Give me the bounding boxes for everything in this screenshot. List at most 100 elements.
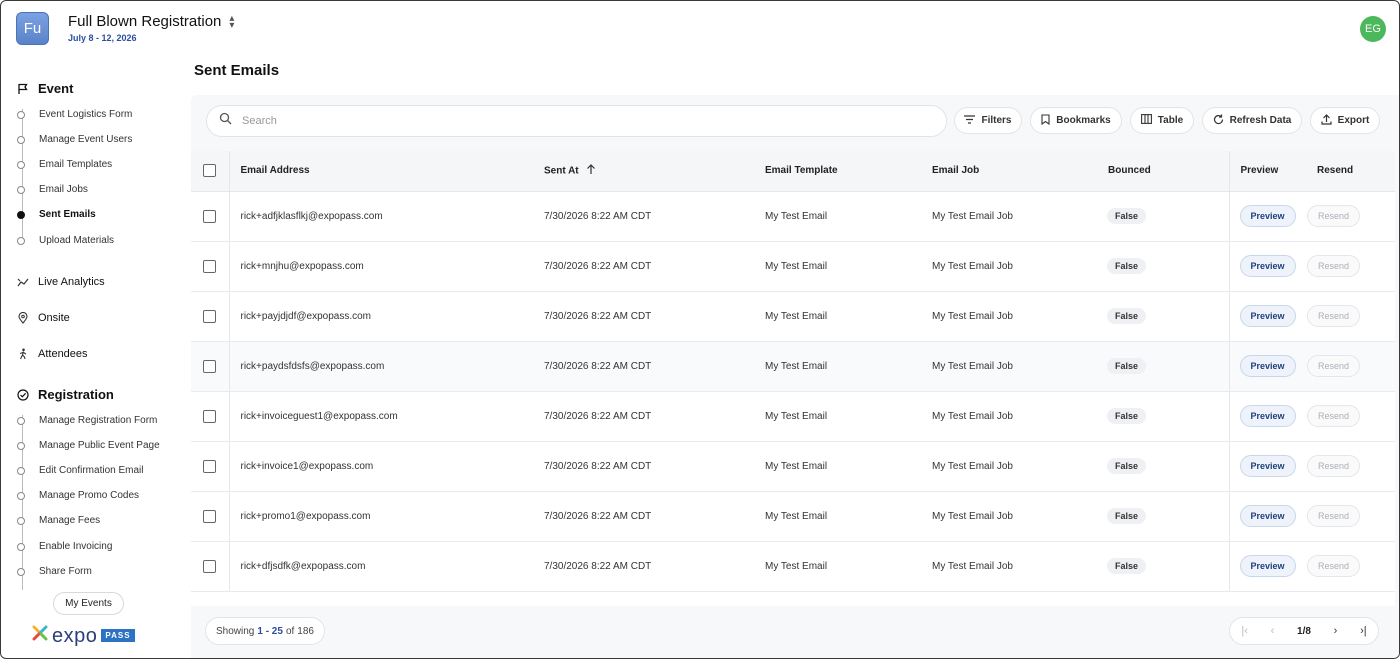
table-row[interactable]: rick+dfjsdfk@expopass.com 7/30/2026 8:22 … bbox=[191, 541, 1395, 592]
sidebar-item-manage-registration-form[interactable]: Manage Registration Form bbox=[17, 415, 157, 426]
resend-button[interactable]: Resend bbox=[1307, 355, 1361, 377]
resend-cell: Resend bbox=[1307, 291, 1395, 342]
preview-button[interactable]: Preview bbox=[1239, 205, 1296, 227]
resend-button[interactable]: Resend bbox=[1307, 505, 1361, 527]
email-job-cell: My Test Email Job bbox=[932, 491, 1107, 542]
row-select-cell bbox=[191, 441, 230, 492]
row-checkbox[interactable] bbox=[203, 309, 217, 323]
table-row[interactable]: rick+invoiceguest1@expopass.com 7/30/2026… bbox=[191, 391, 1395, 442]
row-checkbox[interactable] bbox=[203, 259, 217, 273]
event-switcher[interactable]: Full Blown Registration ▴ ▾ bbox=[68, 13, 234, 30]
preview-button[interactable]: Preview bbox=[1239, 555, 1296, 577]
sidebar-item-label: Onsite bbox=[38, 312, 70, 324]
row-checkbox[interactable] bbox=[203, 559, 217, 573]
sent-at-cell: 7/30/2026 8:22 AM CDT bbox=[544, 391, 765, 442]
filter-icon bbox=[964, 114, 976, 127]
preview-button[interactable]: Preview bbox=[1239, 355, 1296, 377]
preview-button[interactable]: Preview bbox=[1239, 305, 1296, 327]
previous-page-icon[interactable]: ‹ bbox=[1271, 625, 1275, 637]
table-row[interactable]: rick+invoice1@expopass.com 7/30/2026 8:22… bbox=[191, 441, 1395, 492]
sidebar-item-manage-event-users[interactable]: Manage Event Users bbox=[17, 134, 132, 145]
sidebar-item-email-templates[interactable]: Email Templates bbox=[17, 159, 112, 170]
preview-button[interactable]: Preview bbox=[1239, 505, 1296, 527]
column-header-sent-at[interactable]: Sent At bbox=[544, 151, 765, 192]
preview-button[interactable]: Preview bbox=[1239, 405, 1296, 427]
search-input[interactable] bbox=[242, 115, 922, 127]
sidebar-item-live-analytics[interactable]: Live Analytics bbox=[17, 276, 105, 288]
resend-button[interactable]: Resend bbox=[1307, 305, 1361, 327]
table-row[interactable]: rick+paydsfdsfs@expopass.com 7/30/2026 8:… bbox=[191, 341, 1395, 392]
step-dot bbox=[17, 567, 25, 576]
row-checkbox[interactable] bbox=[203, 509, 217, 523]
sidebar-section-event[interactable]: Event bbox=[17, 81, 73, 96]
resend-button[interactable]: Resend bbox=[1307, 405, 1361, 427]
user-avatar[interactable]: EG bbox=[1360, 16, 1386, 42]
filters-button[interactable]: Filters bbox=[954, 107, 1022, 134]
sent-at-cell: 7/30/2026 8:22 AM CDT bbox=[544, 191, 765, 242]
event-name: Full Blown Registration bbox=[68, 13, 222, 30]
sidebar-item-manage-fees[interactable]: Manage Fees bbox=[17, 515, 100, 526]
email-address-cell: rick+payjdjdf@expopass.com bbox=[229, 291, 544, 342]
preview-button[interactable]: Preview bbox=[1239, 255, 1296, 277]
sidebar-item-label: Share Form bbox=[39, 566, 92, 577]
nav-connector bbox=[22, 109, 23, 244]
step-dot bbox=[17, 466, 25, 475]
my-events-button[interactable]: My Events bbox=[53, 592, 124, 615]
sidebar-section-registration[interactable]: Registration bbox=[17, 387, 114, 402]
column-header-email[interactable]: Email Address bbox=[229, 151, 544, 192]
preview-button[interactable]: Preview bbox=[1239, 455, 1296, 477]
sidebar-item-upload-materials[interactable]: Upload Materials bbox=[17, 235, 114, 246]
resend-button[interactable]: Resend bbox=[1307, 205, 1361, 227]
bounced-cell: False bbox=[1107, 291, 1229, 342]
sidebar-item-manage-promo-codes[interactable]: Manage Promo Codes bbox=[17, 490, 139, 501]
sent-at-label: Sent At bbox=[544, 165, 579, 177]
sidebar-item-sent-emails[interactable]: Sent Emails bbox=[17, 209, 96, 220]
sidebar-item-onsite[interactable]: Onsite bbox=[17, 312, 70, 324]
location-pin-icon bbox=[17, 312, 29, 324]
sidebar-item-label: Manage Fees bbox=[39, 515, 101, 526]
resend-button[interactable]: Resend bbox=[1307, 255, 1361, 277]
table-row[interactable]: rick+promo1@expopass.com 7/30/2026 8:22 A… bbox=[191, 491, 1395, 542]
table-row[interactable]: rick+mnjhu@expopass.com 7/30/2026 8:22 AM… bbox=[191, 241, 1395, 292]
results-count: Showing 1 - 25 of 186 bbox=[205, 617, 325, 645]
row-checkbox[interactable] bbox=[203, 459, 217, 473]
column-header-template[interactable]: Email Template bbox=[765, 151, 932, 192]
email-template-cell: My Test Email bbox=[765, 441, 932, 492]
sidebar-item-label: Attendees bbox=[38, 348, 88, 360]
bounced-cell: False bbox=[1107, 541, 1229, 592]
resend-button[interactable]: Resend bbox=[1307, 455, 1361, 477]
table-view-button[interactable]: Table bbox=[1130, 107, 1194, 134]
table-row[interactable]: rick+adfjklasflkj@expopass.com 7/30/2026 … bbox=[191, 191, 1395, 242]
resend-button[interactable]: Resend bbox=[1307, 555, 1361, 577]
export-button[interactable]: Export bbox=[1310, 107, 1380, 134]
refresh-data-label: Refresh Data bbox=[1229, 115, 1292, 126]
row-checkbox[interactable] bbox=[203, 409, 217, 423]
sidebar-item-manage-public-event-page[interactable]: Manage Public Event Page bbox=[17, 440, 160, 451]
pagination: |‹ ‹ 1/8 › ›| bbox=[1229, 617, 1379, 645]
event-logo[interactable]: Fu bbox=[16, 12, 49, 45]
sidebar-item-email-jobs[interactable]: Email Jobs bbox=[17, 184, 88, 195]
email-job-cell: My Test Email Job bbox=[932, 541, 1107, 592]
sidebar-item-share-form[interactable]: Share Form bbox=[17, 566, 92, 577]
row-checkbox[interactable] bbox=[203, 359, 217, 373]
sidebar-item-enable-invoicing[interactable]: Enable Invoicing bbox=[17, 541, 112, 552]
sent-emails-table: Email Address Sent At Email Template Ema… bbox=[191, 151, 1395, 606]
column-header-job[interactable]: Email Job bbox=[932, 151, 1107, 192]
person-walking-icon bbox=[17, 348, 29, 360]
table-row[interactable]: rick+payjdjdf@expopass.com 7/30/2026 8:22… bbox=[191, 291, 1395, 342]
first-page-icon[interactable]: |‹ bbox=[1241, 625, 1248, 637]
resend-cell: Resend bbox=[1307, 241, 1395, 292]
search-bar[interactable] bbox=[206, 105, 947, 137]
row-checkbox[interactable] bbox=[203, 209, 217, 223]
next-page-icon[interactable]: › bbox=[1334, 625, 1338, 637]
refresh-data-button[interactable]: Refresh Data bbox=[1202, 107, 1302, 134]
row-select-cell bbox=[191, 391, 230, 442]
bookmarks-button[interactable]: Bookmarks bbox=[1030, 107, 1122, 134]
column-header-bounced[interactable]: Bounced bbox=[1107, 151, 1229, 192]
last-page-icon[interactable]: ›| bbox=[1360, 625, 1367, 637]
sidebar-item-attendees[interactable]: Attendees bbox=[17, 348, 88, 360]
bounced-badge: False bbox=[1107, 508, 1147, 524]
sidebar-item-edit-confirmation-email[interactable]: Edit Confirmation Email bbox=[17, 465, 143, 476]
select-all-checkbox[interactable] bbox=[203, 164, 217, 178]
sidebar-item-event-logistics-form[interactable]: Event Logistics Form bbox=[17, 109, 132, 120]
